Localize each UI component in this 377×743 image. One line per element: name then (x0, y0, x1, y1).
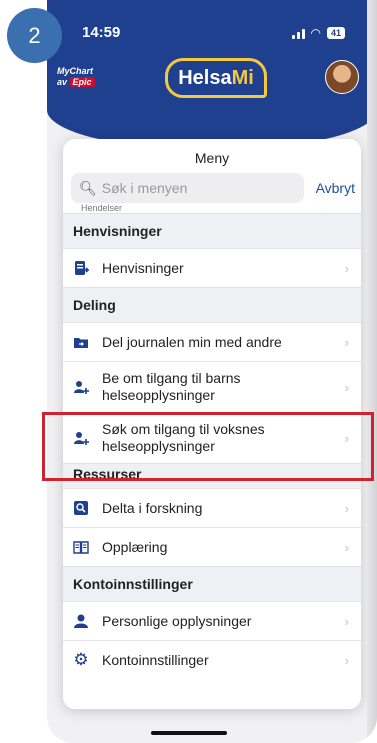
referral-icon (73, 260, 89, 276)
section-header-henvisninger: Henvisninger (63, 213, 361, 248)
share-folder-icon (73, 334, 89, 350)
cancel-button[interactable]: Avbryt (316, 180, 355, 196)
menu-item-kontoinnstillinger[interactable]: ⚙ Kontoinnstillinger › (63, 640, 361, 679)
status-time: 14:59 (82, 24, 121, 41)
step-number-badge: 2 (7, 8, 62, 63)
avatar[interactable] (325, 60, 359, 94)
home-indicator (151, 731, 227, 735)
person-icon (73, 613, 89, 629)
gear-icon: ⚙ (73, 650, 89, 669)
chevron-right-icon: › (344, 260, 349, 276)
section-header-kontoinnstillinger: Kontoinnstillinger (63, 566, 361, 601)
book-icon (73, 539, 89, 555)
search-row: 🔍︎ Søk i menyen Avbryt (63, 173, 361, 203)
search-placeholder: Søk i menyen (101, 180, 188, 196)
chevron-right-icon: › (344, 652, 349, 668)
epic-logo-text: Epic (69, 77, 95, 87)
brand-text-part2: Mi (231, 66, 254, 89)
search-icon: 🔍︎ (79, 179, 97, 196)
research-icon (73, 500, 89, 516)
battery-icon: 41 (326, 27, 345, 39)
menu-title: Meny (194, 150, 230, 166)
wifi-icon: ◠ (310, 26, 321, 40)
menu-item-forskning[interactable]: Delta i forskning › (63, 488, 361, 527)
add-person-icon (73, 379, 89, 395)
menu-item-label: Henvisninger (102, 259, 184, 276)
brand-text: HelsaMi (178, 67, 254, 90)
highlight-box (42, 412, 374, 481)
helsami-logo: HelsaMi (165, 58, 267, 98)
menu-item-label: Personlige opplysninger (102, 612, 252, 629)
chevron-right-icon: › (344, 500, 349, 516)
menu-item-henvisninger[interactable]: Henvisninger › (63, 248, 361, 287)
phone-screen: 14:59 ◠ 41 MyChart av Epic HelsaMi Meny … (47, 0, 377, 743)
menu-item-opplaering[interactable]: Opplæring › (63, 527, 361, 566)
menu-item-label: Be om tilgang til barns helseopplysninge… (102, 370, 241, 403)
menu-item-del-journalen[interactable]: Del journalen min med andre › (63, 322, 361, 361)
heart-icon: HelsaMi (165, 58, 267, 98)
menu-item-label: Del journalen min med andre (102, 333, 282, 350)
mychart-logo: MyChart av Epic (57, 66, 95, 88)
chevron-right-icon: › (344, 334, 349, 350)
menu-item-label: Opplæring (102, 538, 168, 555)
app-header: 14:59 ◠ 41 MyChart av Epic HelsaMi (47, 0, 377, 150)
chevron-right-icon: › (344, 539, 349, 555)
section-header-deling: Deling (63, 287, 361, 322)
menu-item-label: Delta i forskning (102, 499, 203, 516)
status-icons: ◠ 41 (291, 26, 345, 40)
menu-item-personlige-opplysninger[interactable]: Personlige opplysninger › (63, 601, 361, 640)
chevron-right-icon: › (344, 379, 349, 395)
chevron-right-icon: › (344, 613, 349, 629)
search-input[interactable]: 🔍︎ Søk i menyen (71, 173, 304, 203)
menu-item-tilgang-barn[interactable]: Be om tilgang til barns helseopplysninge… (63, 361, 361, 412)
brand-text-part1: Helsa (178, 66, 232, 89)
signal-icon (291, 28, 305, 39)
mychart-by-text: av (57, 77, 68, 87)
phone-edge (367, 0, 377, 743)
mychart-logo-text: MyChart (57, 66, 94, 76)
menu-item-label: Kontoinnstillinger (102, 651, 209, 668)
scrolled-section-peek: Hendelser (81, 203, 123, 213)
